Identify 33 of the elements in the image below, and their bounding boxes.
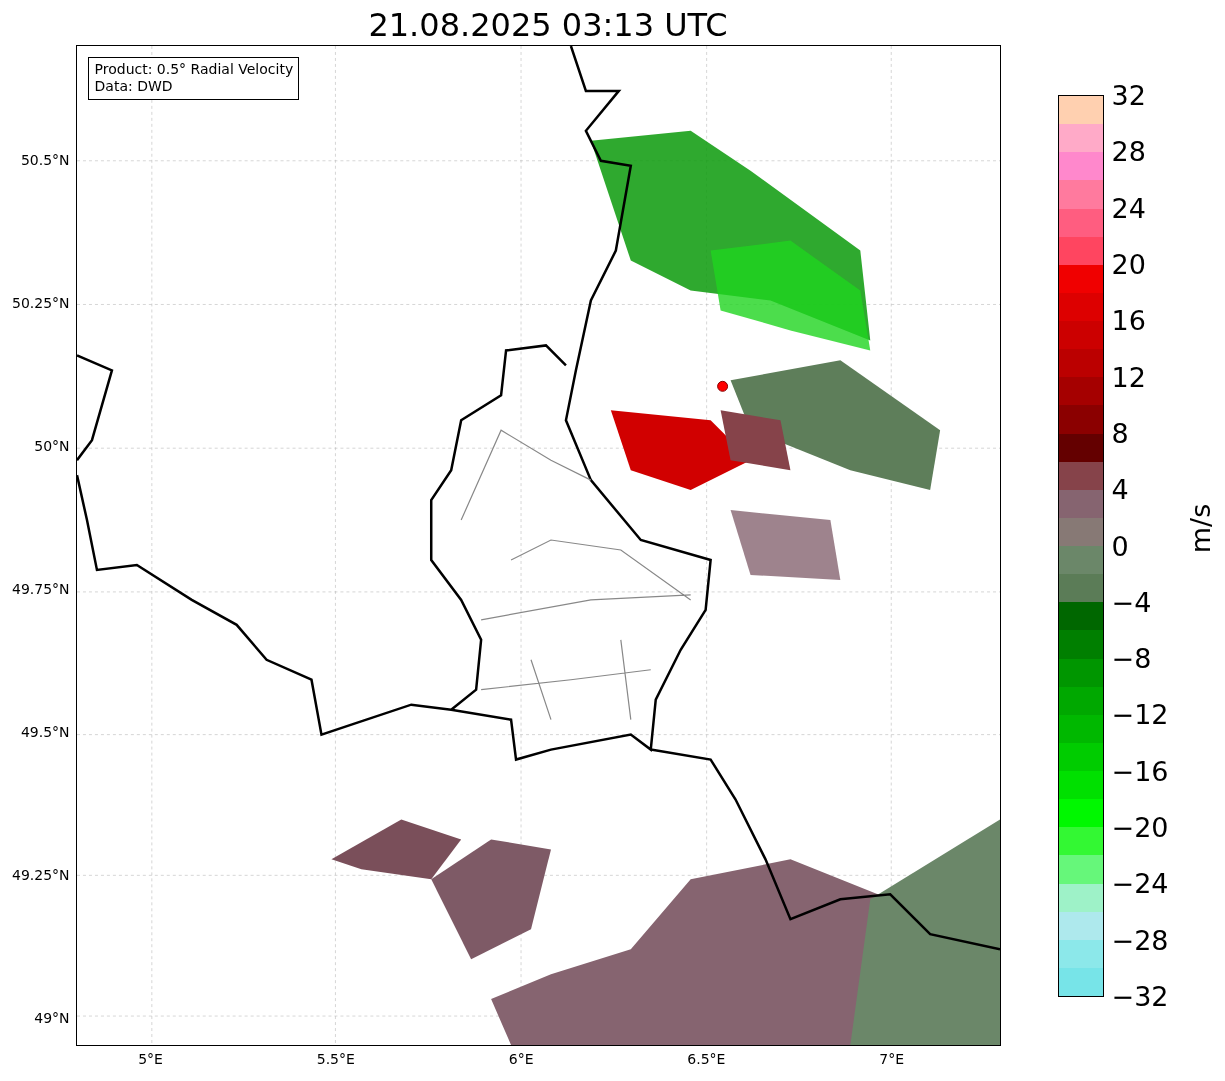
- axis-tick-label: 50.5°N: [20, 153, 70, 167]
- axis-tick-label: 50.25°N: [11, 296, 70, 310]
- axis-tick-label: 6°E: [508, 1052, 534, 1066]
- colorbar-tick-label: −12: [1111, 700, 1169, 728]
- colorbar-tick-label: 4: [1111, 475, 1129, 503]
- axis-tick-label: 49.75°N: [11, 582, 70, 596]
- colorbar-tick-label: 8: [1111, 419, 1129, 447]
- axis-tick-label: 7°E: [879, 1052, 905, 1066]
- colorbar-tick-label: −4: [1111, 588, 1152, 616]
- colorbar-tick-label: −8: [1111, 644, 1152, 672]
- colorbar-label: m/s: [1186, 503, 1214, 554]
- colorbar-tick-label: 28: [1111, 137, 1146, 165]
- chart-title: 21.08.2025 03:13 UTC: [367, 5, 729, 45]
- colorbar-tick-label: 20: [1111, 250, 1146, 278]
- colorbar-tick-label: −16: [1111, 757, 1169, 785]
- colorbar-tick-label: 16: [1111, 306, 1146, 334]
- colorbar-tick-label: 32: [1111, 81, 1146, 109]
- colorbar-tick-label: −28: [1111, 926, 1169, 954]
- axis-tick-label: 5.5°E: [316, 1052, 355, 1066]
- colorbar-tick-label: 0: [1111, 532, 1129, 559]
- info-text: Product: 0.5° Radial Velocity: [94, 61, 294, 78]
- info-text: Data: DWD: [94, 78, 174, 95]
- colorbar-tick-label: −20: [1111, 813, 1169, 841]
- axis-tick-label: 50°N: [34, 439, 70, 453]
- axis-tick-label: 6.5°E: [687, 1052, 726, 1066]
- axis-tick-label: 49.5°N: [20, 725, 70, 739]
- colorbar-tick-label: 24: [1111, 194, 1146, 222]
- axis-tick-label: 49°N: [34, 1011, 70, 1025]
- axis-tick-label: 5°E: [138, 1052, 163, 1066]
- colorbar-tick-label: −24: [1111, 869, 1169, 897]
- colorbar-tick-label: −32: [1111, 982, 1169, 1010]
- axis-tick-label: 49.25°N: [11, 868, 70, 882]
- colorbar-tick-label: 12: [1111, 363, 1146, 391]
